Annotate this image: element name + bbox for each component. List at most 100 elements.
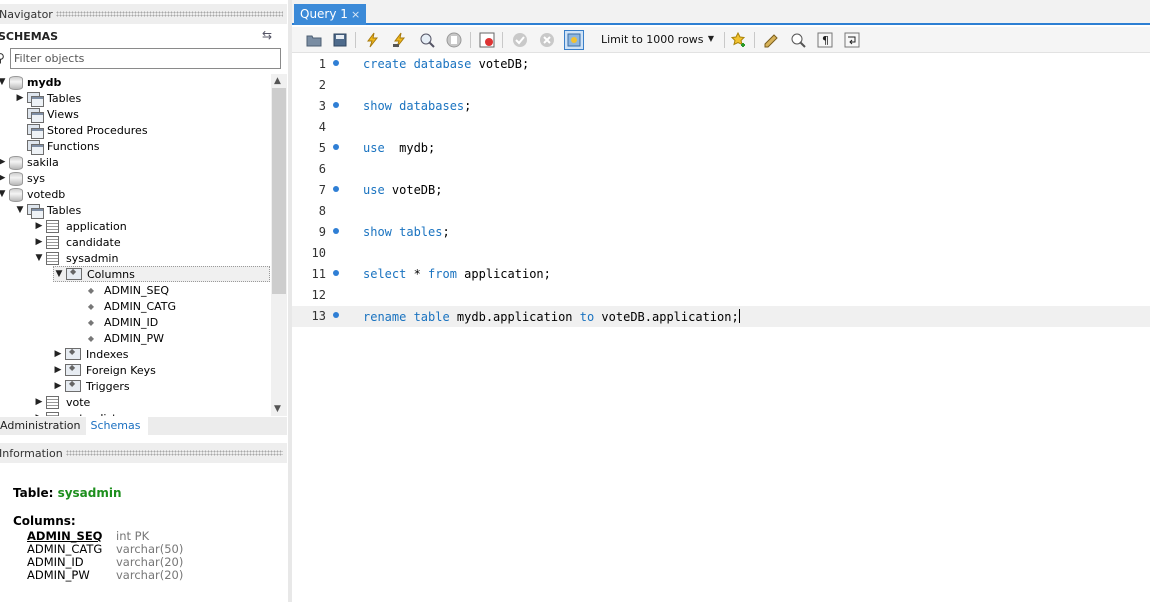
toggle-error-icon[interactable] [477, 30, 497, 50]
expanded-arrow-icon[interactable]: ▼ [0, 189, 7, 199]
folder-label: Views [47, 107, 79, 121]
schema-sys[interactable]: ▶ sys [0, 170, 45, 186]
table-application[interactable]: ▶ application [34, 218, 127, 234]
folder-stored-procedures[interactable]: Stored Procedures [15, 122, 148, 139]
editor-line[interactable]: 9 show tables; [292, 222, 1150, 243]
text-cursor [738, 309, 740, 323]
collapsed-arrow-icon[interactable]: ▶ [15, 93, 25, 103]
beautify-icon[interactable] [761, 30, 781, 50]
invisible-chars-icon[interactable]: ¶ [815, 30, 835, 50]
schema-mydb[interactable]: ▼ mydb [0, 74, 61, 90]
schema-votedb[interactable]: ▼ votedb [0, 186, 65, 202]
collapsed-arrow-icon[interactable]: ▶ [34, 237, 44, 247]
wrap-icon[interactable] [842, 30, 862, 50]
information-title: Information [0, 446, 63, 460]
code-text: use mydb; [363, 141, 435, 155]
collapsed-arrow-icon[interactable]: ▶ [34, 397, 44, 407]
sql-keyword: select [363, 267, 407, 281]
find-icon[interactable] [788, 30, 808, 50]
expanded-arrow-icon[interactable]: ▼ [34, 253, 44, 263]
expanded-arrow-icon[interactable]: ▼ [0, 77, 7, 87]
folder-foreign-keys[interactable]: ▶ Foreign Keys [53, 362, 156, 378]
execute-current-icon[interactable] [390, 30, 410, 50]
indexes-folder-icon [65, 347, 81, 360]
line-number: 7 [318, 183, 326, 197]
editor-line[interactable]: 12 [292, 285, 1150, 306]
bookmark-icon[interactable] [729, 30, 749, 50]
column-admin-id[interactable]: ◆ ADMIN_ID [82, 314, 158, 330]
folder-triggers[interactable]: ▶ Triggers [53, 378, 130, 394]
editor-line[interactable]: 11 select * from application; [292, 264, 1150, 285]
editor-line[interactable]: 13 rename table mydb.application to voteD… [292, 306, 1150, 327]
collapsed-arrow-icon[interactable]: ▶ [53, 349, 63, 359]
tab-query-1[interactable]: Query 1 × [294, 4, 366, 25]
editor-line[interactable]: 10 [292, 243, 1150, 264]
open-file-icon[interactable] [304, 30, 324, 50]
editor-line[interactable]: 8 [292, 201, 1150, 222]
scroll-up-icon[interactable]: ▲ [274, 76, 281, 86]
navigator-title: Navigator [0, 7, 53, 21]
column-admin-pw[interactable]: ◆ ADMIN_PW [82, 330, 164, 346]
folder-columns[interactable]: ▼ Columns [53, 266, 270, 282]
autocommit-icon[interactable] [564, 30, 584, 50]
info-column-type: int PK [116, 529, 150, 543]
navigator-header: Navigator [0, 4, 287, 24]
tab-administration[interactable]: Administration [0, 417, 85, 435]
table-candidate[interactable]: ▶ candidate [34, 234, 121, 250]
editor-line[interactable]: 5 use mydb; [292, 138, 1150, 159]
editor-line[interactable]: 4 [292, 117, 1150, 138]
folder-tables[interactable]: ▼ Tables [15, 202, 81, 219]
column-admin-catg[interactable]: ◆ ADMIN_CATG [82, 298, 176, 314]
stop-icon[interactable] [444, 30, 464, 50]
table-label: voter_list [66, 412, 117, 417]
scrollbar-thumb[interactable] [272, 88, 286, 294]
table-voter-list[interactable]: ▶ voter_list [34, 410, 117, 416]
folder-indexes[interactable]: ▶ Indexes [53, 346, 129, 362]
sql-toolbar: Limit to 1000 rows ▼ ¶ [292, 27, 1150, 53]
table-sysadmin[interactable]: ▼ sysadmin [34, 250, 118, 266]
folder-tables[interactable]: ▶ Tables [15, 90, 81, 107]
refresh-icon[interactable]: ⇆ [262, 28, 276, 42]
explain-icon[interactable] [417, 30, 437, 50]
table-vote[interactable]: ▶ vote [34, 394, 90, 410]
collapsed-arrow-icon[interactable]: ▶ [53, 381, 63, 391]
statement-marker-icon [333, 60, 339, 66]
sql-editor[interactable]: 1 create database voteDB; 2 3 show databases… [292, 54, 1150, 602]
info-column-name: ADMIN_PW [27, 568, 90, 582]
sql-keyword: use [363, 183, 385, 197]
editor-line[interactable]: 2 [292, 75, 1150, 96]
tab-schemas[interactable]: Schemas [85, 417, 149, 435]
editor-line[interactable]: 7 use voteDB; [292, 180, 1150, 201]
sql-text: mydb; [384, 141, 436, 155]
collapsed-arrow-icon[interactable]: ▶ [53, 365, 63, 375]
schema-sakila[interactable]: ▶ sakila [0, 154, 59, 170]
collapsed-arrow-icon[interactable]: ▶ [34, 221, 44, 231]
tree-scrollbar[interactable]: ▲ ▼ [271, 74, 287, 416]
filter-input[interactable]: Filter objects [10, 48, 281, 69]
close-icon[interactable]: × [351, 8, 360, 21]
collapsed-arrow-icon[interactable]: ▶ [34, 413, 44, 416]
execute-icon[interactable] [363, 30, 383, 50]
code-text: rename table mydb.application to voteDB.… [363, 309, 740, 324]
column-admin-seq[interactable]: ◆ ADMIN_SEQ [82, 282, 169, 298]
limit-rows-label: Limit to 1000 rows [601, 33, 704, 46]
collapsed-arrow-icon[interactable]: ▶ [0, 157, 7, 167]
expanded-arrow-icon[interactable]: ▼ [54, 269, 64, 279]
info-table-prefix: Table: [13, 486, 54, 500]
sql-keyword: to [579, 310, 595, 324]
scroll-down-icon[interactable]: ▼ [274, 404, 281, 414]
expanded-arrow-icon[interactable]: ▼ [15, 205, 25, 215]
commit-icon[interactable] [510, 30, 530, 50]
line-number: 11 [311, 267, 326, 281]
folder-views[interactable]: Views [15, 106, 79, 123]
editor-line[interactable]: 3 show databases; [292, 96, 1150, 117]
sql-text: ; [464, 99, 472, 113]
limit-rows-select[interactable]: Limit to 1000 rows ▼ [594, 31, 718, 49]
statement-marker-icon [333, 228, 339, 234]
editor-line[interactable]: 1 create database voteDB; [292, 54, 1150, 75]
save-icon[interactable] [330, 30, 350, 50]
folder-functions[interactable]: Functions [15, 138, 100, 155]
rollback-icon[interactable] [537, 30, 557, 50]
collapsed-arrow-icon[interactable]: ▶ [0, 173, 7, 183]
editor-line[interactable]: 6 [292, 159, 1150, 180]
